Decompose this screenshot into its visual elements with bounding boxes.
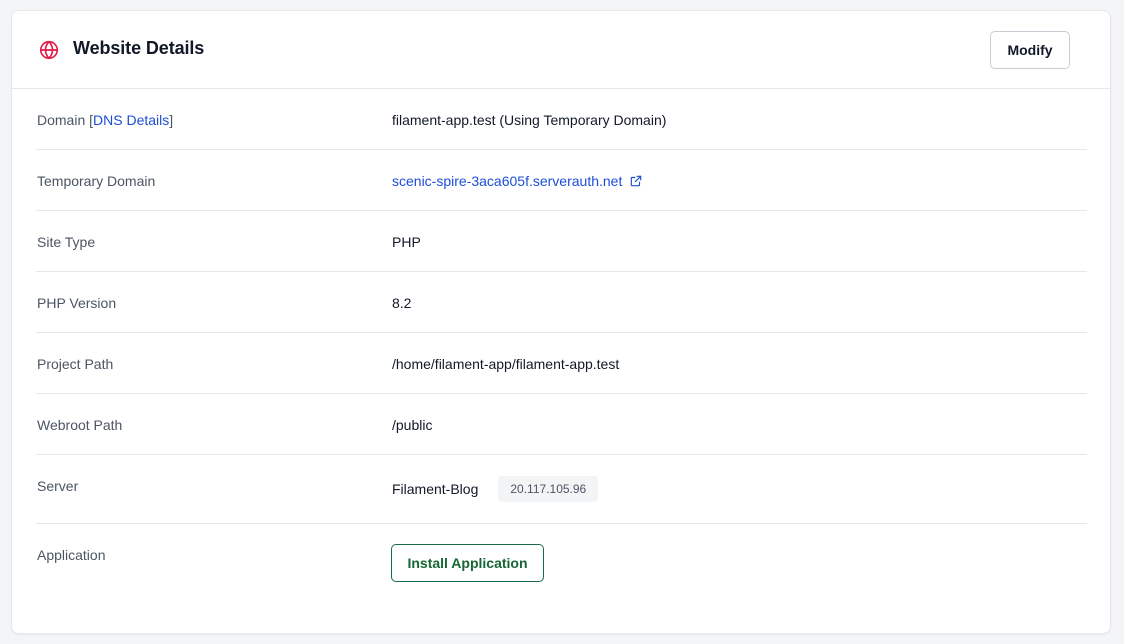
temporary-domain-label: Temporary Domain [37,173,156,189]
domain-label-text: Domain [37,112,86,128]
bracket-close: ] [169,112,174,128]
page-title: Website Details [73,38,205,58]
detail-row-application: Application Install Application [36,524,1087,600]
webroot-path-label: Webroot Path [37,417,123,433]
server-name: Filament-Blog [392,481,479,497]
application-label: Application [37,547,106,563]
server-ip-badge: 20.117.105.96 [498,476,599,502]
external-link-icon[interactable] [629,174,643,188]
server-value: Filament-Blog 20.117.105.96 [392,476,599,502]
temporary-domain-value: scenic-spire-3aca605f.serverauth.net [392,173,643,189]
project-path-label: Project Path [37,356,114,372]
php-version-label: PHP Version [37,295,117,311]
details-list: Domain [DNS Details] filament-app.test (… [36,89,1087,600]
card-header: Website Details Modify [12,11,1110,89]
dns-details-link[interactable]: DNS Details [93,112,169,128]
webroot-path-value: /public [392,417,433,433]
website-details-card: Website Details Modify Domain [DNS Detai… [11,10,1111,634]
site-type-label: Site Type [37,234,96,250]
detail-row-php-version: PHP Version 8.2 [36,272,1087,333]
server-label: Server [37,478,79,494]
php-version-value: 8.2 [392,295,412,311]
project-path-value: /home/filament-app/filament-app.test [392,356,620,372]
site-type-value: PHP [392,234,421,250]
domain-label: Domain [DNS Details] [37,112,173,128]
detail-row-project-path: Project Path /home/filament-app/filament… [36,333,1087,394]
detail-row-server: Server Filament-Blog 20.117.105.96 [36,455,1087,524]
globe-icon [39,40,59,60]
temporary-domain-link[interactable]: scenic-spire-3aca605f.serverauth.net [392,173,622,189]
modify-button[interactable]: Modify [990,31,1070,69]
detail-row-temporary-domain: Temporary Domain scenic-spire-3aca605f.s… [36,150,1087,211]
detail-row-domain: Domain [DNS Details] filament-app.test (… [36,89,1087,150]
domain-value: filament-app.test (Using Temporary Domai… [392,112,667,128]
detail-row-webroot-path: Webroot Path /public [36,394,1087,455]
install-application-button[interactable]: Install Application [391,544,544,582]
detail-row-site-type: Site Type PHP [36,211,1087,272]
